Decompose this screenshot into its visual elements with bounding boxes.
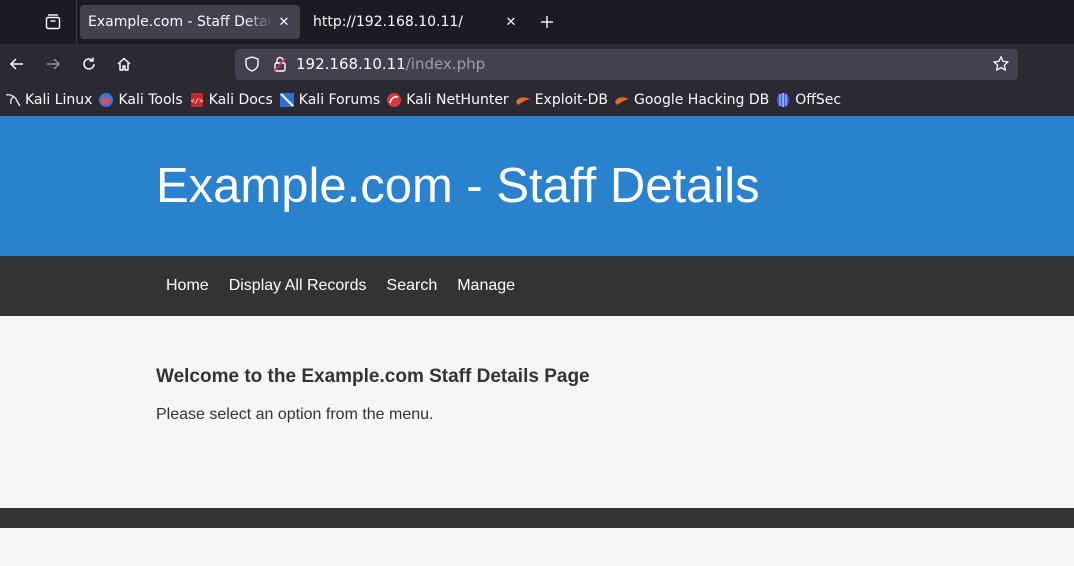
main-content: Welcome to the Example.com Staff Details… [156,366,590,424]
kali-tools-icon [99,93,114,107]
tracking-protection-icon[interactable] [243,55,261,73]
bookmark-label: Kali Tools [118,92,183,108]
insecure-lock-icon[interactable] [271,55,289,73]
ghdb-icon [614,97,629,105]
tab-title: http://192.168.10.11/ [313,14,464,30]
close-icon[interactable]: ✕ [272,10,296,34]
site-footer [0,508,1074,528]
tab-separator [76,0,77,44]
bookmark-label: Exploit-DB [534,92,608,108]
menu-manage-link[interactable]: Manage [447,256,525,316]
bookmark-kali-nethunter[interactable]: Kali NetHunter [385,88,513,112]
bookmark-label: Kali Linux [25,92,93,108]
new-tab-button[interactable] [533,8,561,36]
menu-home-link[interactable]: Home [156,256,219,316]
bookmark-kali-linux[interactable]: Kali Linux [4,88,97,112]
exploit-db-icon [515,97,530,105]
tab-title: Example.com - Staff Details - [88,14,272,30]
instruction-text: Please select an option from the menu. [156,406,434,423]
bookmark-label: Kali NetHunter [406,92,509,108]
web-page: Example.com - Staff Details Home Display… [0,116,1074,566]
bookmarks-toolbar: Kali Linux Kali Tools </> Kali Docs Kali… [0,84,1074,116]
tab-overview-icon[interactable] [36,8,70,36]
url-path: /index.php [405,55,486,73]
bookmark-kali-docs[interactable]: </> Kali Docs [188,88,278,112]
back-icon[interactable] [3,50,31,78]
site-header: Example.com - Staff Details [0,116,1074,256]
reload-icon[interactable] [75,50,103,78]
bookmark-label: Google Hacking DB [633,92,770,108]
kali-docs-icon: </> [190,93,203,107]
nethunter-icon [387,93,402,107]
navigation-toolbar: 192.168.10.11/index.php [0,44,1074,84]
svg-text:</>: </> [190,97,203,105]
bookmark-label: Kali Docs [208,92,273,108]
welcome-heading: Welcome to the Example.com Staff Details… [156,366,590,387]
close-icon[interactable]: ✕ [499,10,523,34]
bookmark-exploit-db[interactable]: Exploit-DB [514,88,613,112]
tab-staff-details[interactable]: Example.com - Staff Details - ✕ [80,5,300,39]
bookmark-label: Kali Forums [298,92,381,108]
url-text[interactable]: 192.168.10.11/index.php [296,55,485,73]
menu-search-link[interactable]: Search [377,256,448,316]
menu-display-all-records-link[interactable]: Display All Records [219,256,377,316]
tab-strip: Example.com - Staff Details - ✕ http://1… [0,0,1074,44]
offsec-icon [777,93,790,107]
bookmark-kali-tools[interactable]: Kali Tools [97,88,187,112]
forward-icon[interactable] [39,50,67,78]
bookmark-star-icon[interactable] [992,55,1010,73]
kali-dragon-icon [5,94,21,107]
tab-ip[interactable]: http://192.168.10.11/ ✕ [305,5,527,39]
kali-forums-icon [279,93,294,107]
bookmark-offsec[interactable]: OffSec [774,88,846,112]
url-host: 192.168.10.11 [296,55,406,73]
bookmark-label: OffSec [795,92,842,108]
site-menu: Home Display All Records Search Manage [0,256,1074,316]
bookmark-kali-forums[interactable]: Kali Forums [278,88,385,112]
home-icon[interactable] [110,50,138,78]
page-title: Example.com - Staff Details [156,159,760,213]
url-bar[interactable]: 192.168.10.11/index.php [235,49,1018,80]
bookmark-google-hacking-db[interactable]: Google Hacking DB [613,88,774,112]
